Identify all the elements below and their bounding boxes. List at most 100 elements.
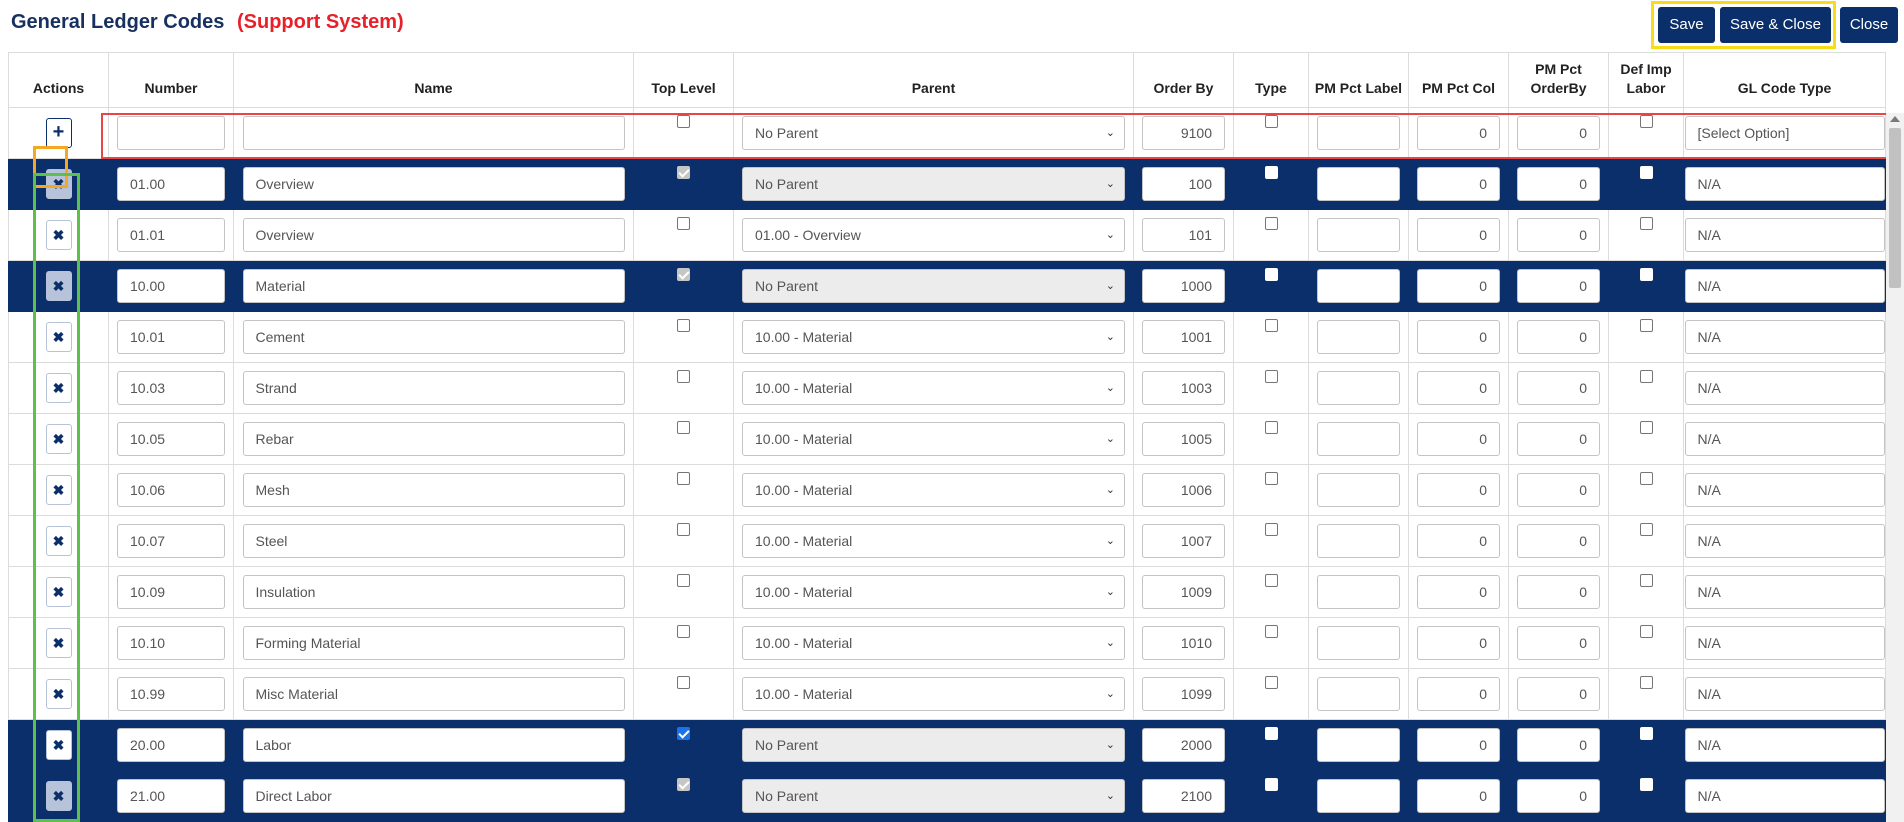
order-by-input[interactable]: 1099 bbox=[1142, 677, 1225, 711]
pm-pct-label-input[interactable] bbox=[1317, 728, 1400, 762]
pm-pct-orderby-input[interactable]: 0 bbox=[1517, 575, 1600, 609]
parent-select[interactable]: 10.00 - Material ⌄ bbox=[742, 473, 1125, 507]
pm-pct-label-input[interactable] bbox=[1317, 575, 1400, 609]
type-checkbox[interactable] bbox=[1264, 267, 1278, 281]
pm-pct-orderby-input[interactable]: 0 bbox=[1517, 371, 1600, 405]
def-imp-labor-checkbox[interactable] bbox=[1639, 777, 1653, 791]
pm-pct-label-input[interactable] bbox=[1317, 677, 1400, 711]
def-imp-labor-checkbox[interactable] bbox=[1639, 471, 1653, 485]
number-input[interactable]: 10.99 bbox=[117, 677, 225, 711]
name-input[interactable]: Cement bbox=[242, 320, 625, 354]
def-imp-labor-checkbox[interactable] bbox=[1639, 573, 1653, 587]
plus-icon[interactable]: + bbox=[45, 118, 72, 148]
name-input[interactable]: Rebar bbox=[242, 422, 625, 456]
pm-pct-orderby-input[interactable]: 0 bbox=[1517, 218, 1600, 252]
pm-pct-orderby-input[interactable]: 0 bbox=[1517, 473, 1600, 507]
gl-code-type-select[interactable]: N/A bbox=[1684, 422, 1885, 456]
scrollbar-thumb[interactable] bbox=[1889, 128, 1901, 288]
type-checkbox[interactable] bbox=[1264, 369, 1278, 383]
order-by-input[interactable]: 1005 bbox=[1142, 422, 1225, 456]
name-input[interactable]: Misc Material bbox=[242, 677, 625, 711]
order-by-input[interactable]: 2100 bbox=[1142, 779, 1225, 813]
order-by-input[interactable]: 101 bbox=[1142, 218, 1225, 252]
order-by-input[interactable]: 1007 bbox=[1142, 524, 1225, 558]
parent-select[interactable]: 10.00 - Material ⌄ bbox=[742, 626, 1125, 660]
name-input[interactable]: Mesh bbox=[242, 473, 625, 507]
top-level-checkbox[interactable] bbox=[677, 420, 690, 434]
order-by-input[interactable]: 1000 bbox=[1142, 269, 1225, 303]
gl-code-type-select[interactable]: N/A bbox=[1684, 779, 1885, 813]
order-by-input[interactable]: 100 bbox=[1142, 167, 1225, 201]
gl-code-type-select[interactable]: N/A bbox=[1684, 473, 1885, 507]
def-imp-labor-checkbox[interactable] bbox=[1639, 624, 1653, 638]
def-imp-labor-checkbox[interactable] bbox=[1639, 216, 1653, 230]
parent-select[interactable]: 10.00 - Material ⌄ bbox=[742, 575, 1125, 609]
pm-pct-col-input[interactable]: 0 bbox=[1417, 167, 1500, 201]
pm-pct-label-input[interactable] bbox=[1317, 371, 1400, 405]
type-checkbox[interactable] bbox=[1264, 726, 1278, 740]
name-input[interactable]: Overview bbox=[242, 167, 625, 201]
order-by-input[interactable]: 2000 bbox=[1142, 728, 1225, 762]
gl-code-type-select[interactable]: N/A bbox=[1684, 728, 1885, 762]
pm-pct-label-input[interactable] bbox=[1317, 524, 1400, 558]
pm-pct-orderby-input[interactable]: 0 bbox=[1517, 728, 1600, 762]
top-level-checkbox[interactable] bbox=[677, 675, 690, 689]
parent-select[interactable]: No Parent ⌄ bbox=[742, 167, 1125, 201]
order-by-input[interactable]: 1009 bbox=[1142, 575, 1225, 609]
top-level-checkbox[interactable] bbox=[677, 573, 690, 587]
number-input[interactable]: 21.00 bbox=[117, 779, 225, 813]
type-checkbox[interactable] bbox=[1264, 318, 1278, 332]
name-input[interactable]: Forming Material bbox=[242, 626, 625, 660]
pm-pct-col-input[interactable]: 0 bbox=[1417, 473, 1500, 507]
pm-pct-label-input[interactable] bbox=[1317, 626, 1400, 660]
scroll-up-arrow-icon[interactable] bbox=[1890, 116, 1900, 122]
pm-pct-orderby-input[interactable]: 0 bbox=[1517, 779, 1600, 813]
pm-pct-col-input[interactable]: 0 bbox=[1417, 218, 1500, 252]
parent-select[interactable]: 10.00 - Material ⌄ bbox=[742, 524, 1125, 558]
def-imp-labor-checkbox[interactable] bbox=[1639, 369, 1653, 383]
pm-pct-label-input[interactable] bbox=[1317, 473, 1400, 507]
pm-pct-col-input[interactable]: 0 bbox=[1417, 371, 1500, 405]
pm-pct-col-input[interactable]: 0 bbox=[1417, 626, 1500, 660]
number-input[interactable]: 01.00 bbox=[117, 167, 225, 201]
gl-code-type-select[interactable]: N/A bbox=[1684, 524, 1885, 558]
pm-pct-label-input[interactable] bbox=[1317, 779, 1400, 813]
type-checkbox[interactable] bbox=[1264, 420, 1278, 434]
gl-code-type-select[interactable]: N/A bbox=[1684, 677, 1885, 711]
number-input[interactable]: 10.00 bbox=[117, 269, 225, 303]
number-input[interactable]: 10.09 bbox=[117, 575, 225, 609]
parent-select[interactable]: 10.00 - Material ⌄ bbox=[742, 320, 1125, 354]
type-checkbox[interactable] bbox=[1264, 216, 1278, 230]
name-input[interactable]: Strand bbox=[242, 371, 625, 405]
parent-select[interactable]: 10.00 - Material ⌄ bbox=[742, 422, 1125, 456]
pm-pct-label-input[interactable] bbox=[1317, 218, 1400, 252]
parent-select[interactable]: 10.00 - Material ⌄ bbox=[742, 371, 1125, 405]
pm-pct-col-input[interactable]: 0 bbox=[1417, 779, 1500, 813]
pm-pct-label-input[interactable] bbox=[1317, 320, 1400, 354]
number-input[interactable]: 10.01 bbox=[117, 320, 225, 354]
pm-pct-label-input[interactable] bbox=[1317, 167, 1400, 201]
pm-pct-col-input[interactable]: 0 bbox=[1417, 575, 1500, 609]
parent-select[interactable]: 01.00 - Overview ⌄ bbox=[742, 218, 1125, 252]
order-by-input[interactable]: 1006 bbox=[1142, 473, 1225, 507]
type-checkbox[interactable] bbox=[1264, 675, 1278, 689]
gl-code-type-select[interactable]: N/A bbox=[1684, 371, 1885, 405]
name-input[interactable]: Material bbox=[242, 269, 625, 303]
number-input[interactable]: 10.07 bbox=[117, 524, 225, 558]
name-input[interactable]: Insulation bbox=[242, 575, 625, 609]
def-imp-labor-checkbox[interactable] bbox=[1639, 267, 1653, 281]
pm-pct-orderby-input[interactable]: 0 bbox=[1517, 422, 1600, 456]
type-checkbox[interactable] bbox=[1264, 471, 1278, 485]
top-level-checkbox[interactable] bbox=[677, 369, 690, 383]
type-checkbox[interactable] bbox=[1264, 165, 1278, 179]
def-imp-labor-checkbox[interactable] bbox=[1639, 675, 1653, 689]
def-imp-labor-checkbox[interactable] bbox=[1639, 165, 1653, 179]
pm-pct-col-input[interactable]: 0 bbox=[1417, 320, 1500, 354]
def-imp-labor-checkbox[interactable] bbox=[1639, 318, 1653, 332]
order-by-input[interactable]: 1010 bbox=[1142, 626, 1225, 660]
number-input[interactable]: 10.06 bbox=[117, 473, 225, 507]
parent-select[interactable]: No Parent ⌄ bbox=[742, 728, 1125, 762]
pm-pct-col-input[interactable]: 0 bbox=[1417, 728, 1500, 762]
top-level-checkbox[interactable] bbox=[677, 318, 690, 332]
pm-pct-col-input[interactable]: 0 bbox=[1417, 524, 1500, 558]
